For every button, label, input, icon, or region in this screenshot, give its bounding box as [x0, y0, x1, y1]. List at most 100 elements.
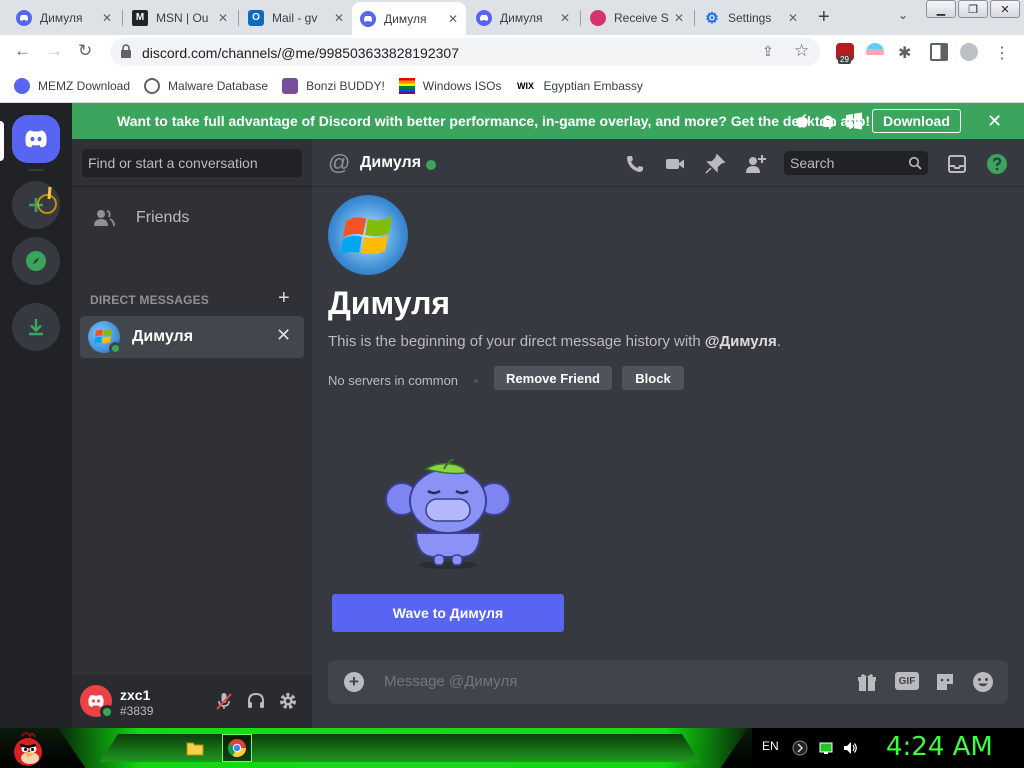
tab-mail[interactable]: O Mail - gv ✕ — [240, 4, 352, 31]
more-menu-icon[interactable]: ⋮ — [994, 43, 1012, 62]
tab-settings[interactable]: ⚙ Settings ✕ — [696, 4, 806, 31]
pinned-messages-icon[interactable] — [704, 153, 726, 175]
message-composer[interactable]: + Message @Димуля GIF — [328, 660, 1008, 704]
close-window-button[interactable]: ✕ — [990, 0, 1020, 18]
chat-header: @ Димуля Search — [312, 139, 1024, 187]
chrome-icon — [228, 739, 246, 758]
sticker-icon[interactable] — [934, 671, 956, 693]
language-indicator[interactable]: EN — [762, 739, 779, 753]
side-panel-icon[interactable] — [930, 43, 948, 61]
close-tab-icon[interactable]: ✕ — [674, 11, 684, 25]
bookmark-egyptian-embassy[interactable]: WIX Egyptian Embassy — [515, 78, 643, 94]
chrome-taskbar-button[interactable] — [222, 734, 252, 762]
create-dm-button[interactable]: + — [278, 287, 290, 310]
close-banner-icon[interactable]: ✕ — [987, 111, 1002, 132]
restore-button[interactable]: ❐ — [958, 0, 988, 18]
user-settings-gear-icon[interactable] — [278, 691, 298, 711]
close-tab-icon[interactable]: ✕ — [448, 12, 458, 26]
download-apps-button[interactable] — [12, 303, 60, 351]
bookmark-memz[interactable]: MEMZ Download — [14, 77, 130, 94]
tab-dimulya-2[interactable]: Димуля ✕ — [468, 4, 578, 31]
chat-recipient-name: Димуля — [360, 154, 422, 171]
new-tab-button[interactable]: + — [818, 6, 830, 29]
reload-button[interactable]: ↻ — [78, 41, 92, 61]
add-friends-to-dm-icon[interactable] — [744, 153, 766, 175]
user-panel: zxc1 #3839 — [72, 675, 312, 728]
server-sidebar — [0, 103, 72, 728]
angry-birds-start-button-icon[interactable] — [8, 728, 48, 768]
tab-search-chevron-icon[interactable]: ⌄ — [898, 8, 908, 22]
chat-area: @ Димуля Search Димуля This is the begin… — [312, 139, 1024, 728]
headphones-icon[interactable] — [246, 691, 266, 711]
wix-icon: WIX — [516, 80, 534, 91]
address-bar[interactable]: discord.com/channels/@me/998503633828192… — [110, 38, 820, 66]
gift-icon[interactable] — [856, 671, 878, 693]
voice-call-icon[interactable] — [624, 153, 646, 175]
at-sign-icon: @ — [328, 150, 351, 175]
bookmark-bonzi[interactable]: Bonzi BUDDY! — [282, 77, 385, 94]
system-clock[interactable]: 4:24 AM — [886, 732, 993, 762]
tab-title: Димуля — [500, 10, 543, 25]
share-icon[interactable]: ⇪ — [762, 43, 774, 60]
chat-search-input[interactable]: Search — [784, 151, 928, 175]
apple-icon — [796, 114, 808, 128]
inbox-icon[interactable] — [946, 153, 968, 175]
emoji-icon[interactable] — [972, 671, 994, 693]
bookmark-windows-isos[interactable]: Windows ISOs — [398, 77, 501, 94]
bookmark-label: Egyptian Embassy — [543, 78, 643, 93]
video-call-icon[interactable] — [664, 153, 686, 175]
remove-friend-button[interactable]: Remove Friend — [494, 366, 612, 390]
help-icon[interactable] — [986, 153, 1008, 175]
bookmark-malware-db[interactable]: Malware Database — [144, 77, 268, 94]
file-explorer-taskbar-button[interactable] — [180, 734, 210, 762]
wave-button[interactable]: Wave to Димуля — [332, 594, 564, 632]
block-button[interactable]: Block — [622, 366, 684, 390]
rainbow-flag-icon — [398, 77, 415, 94]
tab-separator — [238, 10, 239, 26]
back-button[interactable]: ← — [14, 41, 31, 61]
explore-servers-button[interactable] — [12, 237, 60, 285]
lock-icon — [121, 44, 131, 58]
separator-dot — [474, 379, 478, 383]
mute-microphone-icon[interactable] — [214, 691, 234, 711]
browser-tab-strip: Димуля ✕ M MSN | Ou ✕ O Mail - gv ✕ Диму… — [0, 0, 1024, 35]
close-tab-icon[interactable]: ✕ — [102, 11, 112, 25]
friends-nav-item[interactable]: Friends — [80, 197, 304, 239]
puzzle-extensions-icon[interactable]: ✱ — [898, 43, 916, 62]
close-tab-icon[interactable]: ✕ — [334, 11, 344, 25]
bookmark-star-icon[interactable]: ☆ — [794, 41, 809, 61]
dm-item-dimulya[interactable]: Димуля ✕ — [80, 316, 304, 358]
close-tab-icon[interactable]: ✕ — [788, 11, 798, 25]
find-conversation-input[interactable]: Find or start a conversation — [82, 149, 302, 177]
download-button[interactable]: Download — [872, 109, 961, 133]
gif-picker-button[interactable]: GIF — [895, 672, 919, 690]
close-dm-icon[interactable]: ✕ — [276, 325, 291, 346]
online-status-indicator — [100, 705, 114, 719]
windows-logo-icon — [340, 216, 392, 255]
bookmarks-bar: MEMZ Download Malware Database Bonzi BUD… — [0, 69, 1024, 103]
tab-dimulya-active[interactable]: Димуля ✕ — [352, 2, 466, 35]
user-discriminator: #3839 — [120, 704, 154, 718]
close-tab-icon[interactable]: ✕ — [218, 11, 228, 25]
profile-avatar[interactable] — [960, 43, 978, 61]
close-tab-icon[interactable]: ✕ — [560, 11, 570, 25]
pride-extension-icon[interactable] — [866, 43, 884, 61]
wumpus-waving-illustration — [385, 459, 511, 569]
outlook-icon: O — [248, 9, 264, 26]
volume-icon[interactable] — [842, 740, 858, 756]
minimize-button[interactable]: ▁ — [926, 0, 956, 18]
tab-dimulya-1[interactable]: Димуля ✕ — [8, 4, 120, 31]
welcome-prefix: This is the beginning of your direct mes… — [328, 333, 705, 350]
tab-msn[interactable]: M MSN | Ou ✕ — [124, 4, 236, 31]
welcome-description: This is the beginning of your direct mes… — [328, 333, 781, 350]
search-icon — [908, 156, 922, 170]
network-icon[interactable] — [818, 740, 834, 756]
forward-button[interactable]: → — [46, 41, 63, 61]
discord-home-button[interactable] — [12, 115, 60, 163]
discord-icon — [14, 77, 30, 94]
bookmark-label: Bonzi BUDDY! — [306, 78, 385, 93]
add-server-button[interactable] — [12, 181, 60, 229]
tab-receive-sms[interactable]: Receive S ✕ — [582, 4, 692, 31]
upload-plus-icon[interactable]: + — [344, 672, 364, 692]
security-shield-icon[interactable] — [792, 740, 808, 756]
